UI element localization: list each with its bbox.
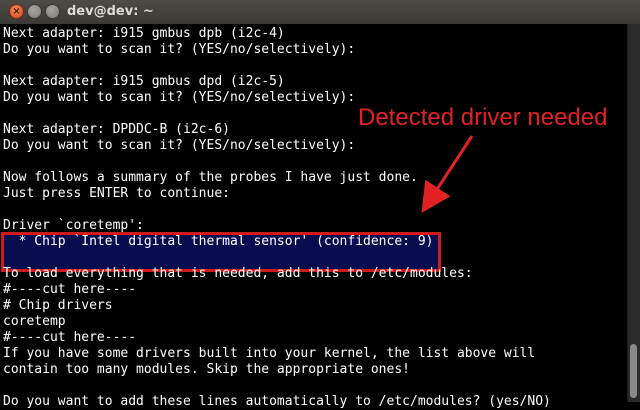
terminal-scrollbar[interactable]	[627, 24, 640, 402]
terminal-line: contain too many modules. Skip the appro…	[3, 362, 410, 377]
terminal-output[interactable]: Next adapter: i915 gmbus dpb (i2c-4) Do y…	[0, 24, 628, 409]
terminal-line: Next adapter: i915 gmbus dpd (i2c-5)	[3, 74, 285, 89]
maximize-window-button[interactable]	[45, 4, 60, 19]
terminal-line: To load everything that is needed, add t…	[3, 266, 473, 281]
terminal-line: Driver `coretemp':	[3, 218, 144, 233]
close-window-button[interactable]: ×	[9, 4, 24, 19]
terminal-line: Next adapter: DPDDC-B (i2c-6)	[3, 122, 230, 137]
terminal-line: #----cut here----	[3, 282, 137, 297]
minimize-window-button[interactable]	[27, 4, 42, 19]
terminal-line: Now follows a summary of the probes I ha…	[3, 170, 418, 185]
terminal-line: #----cut here----	[3, 330, 137, 345]
annotation-label: Detected driver needed	[358, 104, 608, 131]
scrollbar-thumb[interactable]	[630, 344, 637, 398]
terminal-line: Do you want to scan it? (YES/no/selectiv…	[3, 90, 356, 105]
terminal-line: Do you want to scan it? (YES/no/selectiv…	[3, 42, 356, 57]
terminal-line: coretemp	[3, 314, 66, 329]
window-title: dev@dev: ~	[67, 4, 154, 19]
terminal-line: * Chip `Intel digital thermal sensor' (c…	[3, 234, 434, 249]
terminal-line: # Chip drivers	[3, 298, 113, 313]
terminal-line: Do you want to scan it? (YES/no/selectiv…	[3, 138, 356, 153]
window-titlebar[interactable]: × dev@dev: ~	[0, 0, 640, 25]
terminal-line: Do you want to add these lines automatic…	[3, 394, 551, 409]
terminal-line: Next adapter: i915 gmbus dpb (i2c-4)	[3, 26, 285, 41]
terminal-line: Just press ENTER to continue:	[3, 186, 230, 201]
terminal-line: If you have some drivers built into your…	[3, 346, 536, 361]
